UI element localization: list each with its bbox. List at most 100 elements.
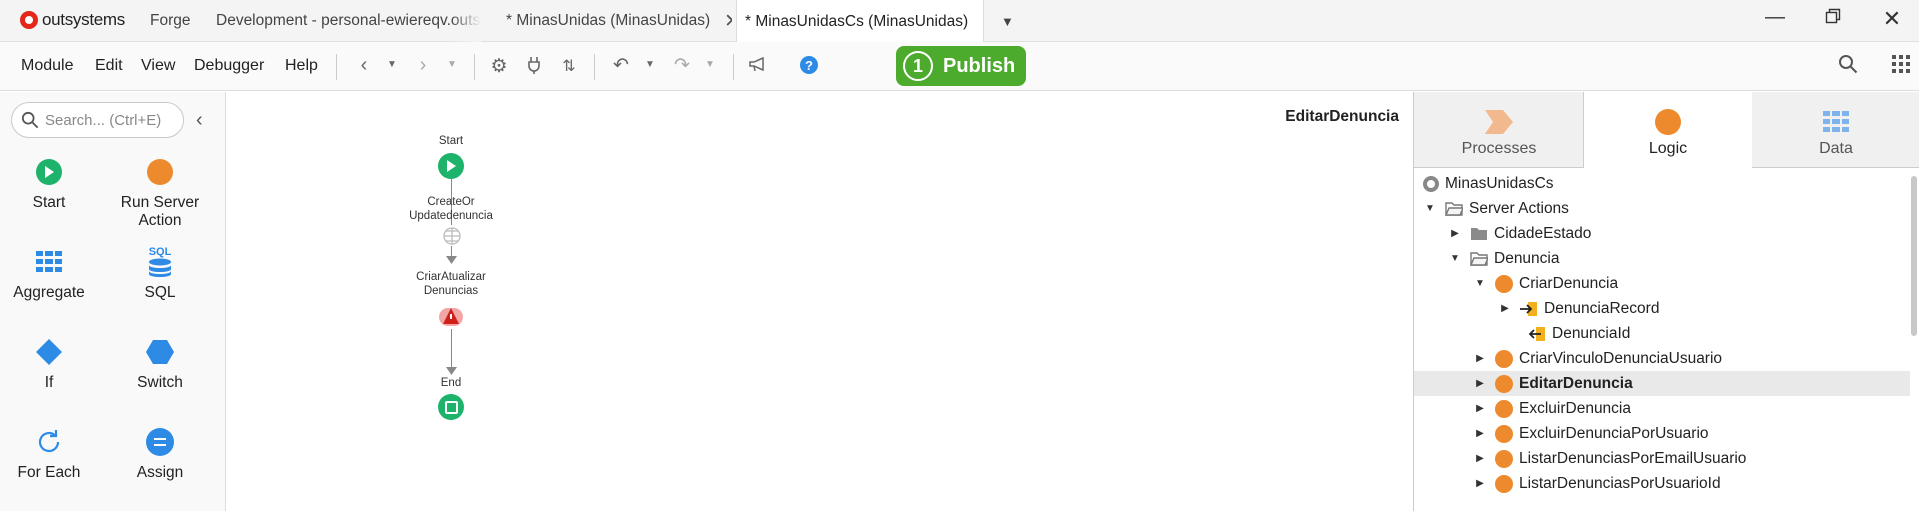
tab-minasunidas[interactable]: * MinasUnidas (MinasUnidas) ✕ (506, 0, 732, 42)
entity-action-node-icon[interactable] (440, 226, 464, 246)
collapsed-chevron-right-icon[interactable]: ▶ (1473, 353, 1487, 364)
server-action-icon (1495, 424, 1513, 443)
collapsed-chevron-right-icon[interactable]: ▶ (1473, 378, 1487, 389)
tree-item-listardenunciasporemailusuario[interactable]: ▶ ListarDenunciasPorEmailUsuario (1414, 446, 1910, 471)
redo-icon[interactable]: ↷ (671, 54, 693, 77)
logic-icon (1655, 109, 1681, 135)
back-icon[interactable]: ‹ (353, 54, 375, 77)
flow-canvas[interactable]: EditarDenuncia Start CreateOr Updatedenu… (227, 92, 1413, 511)
tree-scrollbar[interactable] (1911, 176, 1917, 336)
window-close-icon[interactable]: ✕ (1877, 6, 1907, 32)
if-icon (36, 339, 62, 365)
undo-dropdown-chevron-down-icon[interactable]: ▼ (639, 59, 661, 70)
switch-icon (146, 340, 174, 364)
tab-forge[interactable]: Forge (150, 0, 210, 42)
tab-label: * MinasUnidasCs (MinasUnidas) (745, 12, 969, 30)
forward-icon[interactable]: › (412, 54, 434, 77)
tree-item-excluirdenuncia[interactable]: ▶ ExcluirDenuncia (1414, 396, 1910, 421)
end-node-icon[interactable] (438, 394, 464, 420)
megaphone-icon[interactable] (747, 56, 769, 77)
expanded-chevron-down-icon[interactable]: ▼ (1473, 278, 1487, 289)
menu-module[interactable]: Module (21, 57, 73, 75)
server-action-icon (1495, 399, 1513, 418)
tool-if[interactable]: If (0, 336, 104, 392)
start-node-icon[interactable] (438, 153, 464, 179)
collapsed-chevron-right-icon[interactable]: ▶ (1448, 228, 1462, 239)
tab-data[interactable]: Data (1752, 92, 1919, 168)
server-action-icon (1495, 274, 1513, 293)
sql-icon-text: SQL (148, 246, 172, 258)
tool-label: Aggregate (13, 284, 85, 301)
tree-label: Server Actions (1469, 199, 1569, 217)
tab-development[interactable]: Development - personal-ewiereqv.outsy (216, 0, 481, 42)
back-dropdown-chevron-down-icon[interactable]: ▼ (381, 59, 403, 70)
tab-label: Data (1819, 140, 1853, 157)
run-server-action-icon (147, 159, 173, 185)
menu-edit[interactable]: Edit (95, 57, 123, 75)
expanded-chevron-down-icon[interactable]: ▼ (1423, 203, 1437, 214)
tool-for-each[interactable]: For Each (0, 426, 104, 482)
plug-icon[interactable] (523, 56, 545, 79)
tool-aggregate[interactable]: Aggregate (0, 246, 104, 302)
collapsed-chevron-right-icon[interactable]: ▶ (1473, 453, 1487, 464)
tree-item-cidadeestado[interactable]: ▶ CidadeEstado (1414, 221, 1910, 246)
tool-start[interactable]: Start (0, 156, 104, 212)
tool-switch[interactable]: Switch (105, 336, 215, 392)
tree-item-editardenuncia[interactable]: ▶ EditarDenuncia (1414, 371, 1910, 396)
tool-run-server-action[interactable]: Run Server Action (105, 156, 215, 230)
tab-processes[interactable]: Processes (1414, 92, 1584, 168)
search-icon[interactable] (1837, 54, 1859, 79)
menu-view[interactable]: View (141, 57, 175, 75)
criar-atualizar-node-label-line2: Denuncias (423, 285, 479, 297)
tree-item-excluirdenunciaporusuario[interactable]: ▶ ExcluirDenunciaPorUsuario (1414, 421, 1910, 446)
input-parameter-icon (1520, 301, 1537, 316)
outsystems-logo-icon (20, 11, 38, 29)
minimize-icon[interactable]: — (1760, 6, 1790, 29)
module-icon (1423, 175, 1439, 192)
menu-debugger[interactable]: Debugger (194, 57, 264, 75)
tool-assign[interactable]: Assign (105, 426, 215, 482)
tree-item-criardenuncia[interactable]: ▼ CriarDenuncia (1414, 271, 1910, 296)
menu-help[interactable]: Help (285, 57, 318, 75)
publish-label: Publish (943, 54, 1016, 77)
tree-item-denunciarecord[interactable]: ▶ DenunciaRecord (1414, 296, 1910, 321)
apps-grid-icon[interactable] (1890, 55, 1912, 78)
elements-panel: Processes Logic Data MinasUnidasCs ▼ Ser… (1413, 92, 1919, 511)
aggregate-icon (36, 251, 62, 272)
undo-icon[interactable]: ↶ (610, 54, 632, 77)
collapse-panel-chevron-left-icon[interactable]: ‹ (196, 109, 203, 132)
compare-merge-icon[interactable]: ⇅ (558, 56, 580, 76)
tree-item-module[interactable]: MinasUnidasCs (1414, 171, 1910, 196)
search-input[interactable]: Search... (Ctrl+E) (11, 102, 184, 138)
collapsed-chevron-right-icon[interactable]: ▶ (1473, 428, 1487, 439)
tabs-overflow-chevron-down-icon[interactable]: ▼ (1001, 0, 1021, 42)
collapsed-chevron-right-icon[interactable]: ▶ (1473, 403, 1487, 414)
tree-item-criarvinculodenunciausuario[interactable]: ▶ CriarVinculoDenunciaUsuario (1414, 346, 1910, 371)
redo-dropdown-chevron-down-icon[interactable]: ▼ (699, 59, 721, 70)
tree-label: DenunciaId (1552, 324, 1631, 342)
expanded-chevron-down-icon[interactable]: ▼ (1448, 253, 1462, 264)
restore-icon[interactable] (1818, 7, 1848, 30)
criar-atualizar-node-label-line1: CriarAtualizar (416, 271, 486, 283)
tree-item-listardenunciasporusuarioid[interactable]: ▶ ListarDenunciasPorUsuarioId (1414, 471, 1910, 496)
publish-button[interactable]: 1 Publish (896, 46, 1026, 86)
collapsed-chevron-right-icon[interactable]: ▶ (1498, 303, 1512, 314)
folder-icon (1471, 227, 1487, 240)
tab-logic[interactable]: Logic (1583, 92, 1753, 168)
close-icon[interactable]: ✕ (982, 12, 983, 31)
tool-label: Assign (136, 464, 184, 481)
tree-item-denuncia[interactable]: ▼ Denuncia (1414, 246, 1910, 271)
outsystems-logo[interactable]: outsystems (20, 10, 125, 30)
forward-dropdown-chevron-down-icon[interactable]: ▼ (441, 59, 463, 70)
tree-item-server-actions[interactable]: ▼ Server Actions (1414, 196, 1910, 221)
tool-sql[interactable]: SQL SQL (105, 246, 215, 302)
warning-action-node-icon[interactable] (438, 305, 464, 329)
tool-label: Switch (137, 374, 183, 391)
help-icon[interactable]: ? (800, 56, 818, 74)
tab-minasunidascs[interactable]: * MinasUnidasCs (MinasUnidas) ✕ (736, 0, 984, 43)
tree-item-denunciaid[interactable]: DenunciaId (1414, 321, 1910, 346)
close-icon[interactable]: ✕ (724, 12, 732, 31)
collapsed-chevron-right-icon[interactable]: ▶ (1473, 478, 1487, 489)
gear-icon[interactable]: ⚙ (488, 55, 510, 78)
tree-label: DenunciaRecord (1544, 299, 1660, 317)
